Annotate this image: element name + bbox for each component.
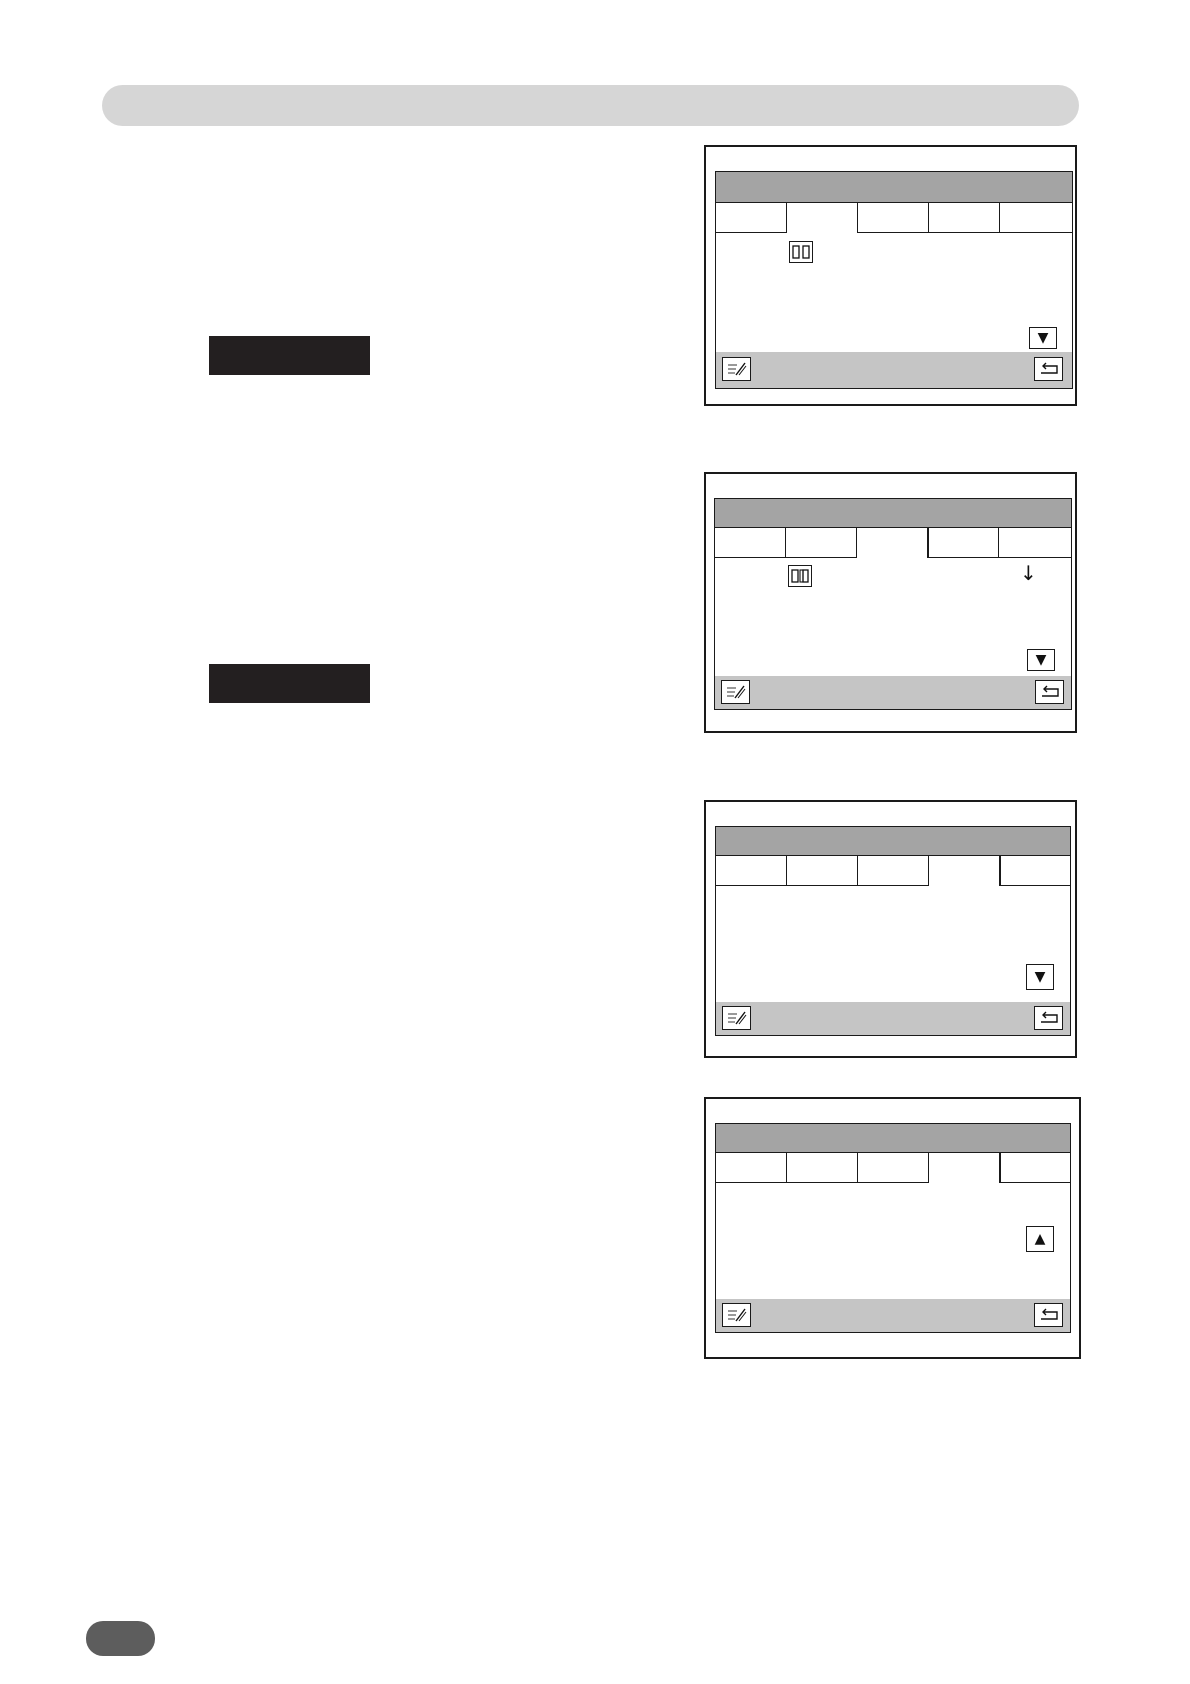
back-button[interactable]	[1034, 357, 1063, 381]
section-header-bar	[102, 85, 1079, 126]
edit-icon	[727, 1011, 746, 1025]
screen-4-tab-4[interactable]	[929, 1153, 1000, 1183]
page-number-tab	[86, 1621, 155, 1656]
screen-4-tab-5[interactable]	[1000, 1153, 1070, 1183]
screen-4-tab-2[interactable]	[787, 1153, 858, 1183]
scroll-down-button[interactable]: ▼	[1027, 649, 1055, 671]
screen-3: ▼	[704, 800, 1077, 1058]
screen-3-tab-3[interactable]	[858, 856, 929, 886]
screen-1-title-bar	[716, 172, 1072, 203]
back-icon	[1040, 362, 1058, 374]
screen-3-status-bar	[716, 1002, 1070, 1035]
edit-icon	[726, 685, 745, 699]
screen-1-tab-3[interactable]	[858, 203, 929, 233]
down-arrow-icon: ↓	[1020, 561, 1037, 585]
scroll-up-button[interactable]: ▲	[1026, 1226, 1054, 1252]
screen-2-tab-5[interactable]	[999, 528, 1071, 558]
scroll-down-button[interactable]: ▼	[1026, 964, 1054, 990]
screen-3-tab-5[interactable]	[1000, 856, 1070, 886]
back-icon	[1040, 1308, 1058, 1320]
back-icon	[1040, 1011, 1058, 1023]
screen-2-panel: ↓ ▼	[714, 498, 1072, 710]
scroll-down-icon: ▼	[1035, 652, 1047, 668]
note-label-1	[209, 336, 370, 375]
screen-1-tab-5[interactable]	[1000, 203, 1072, 233]
back-button[interactable]	[1035, 680, 1064, 704]
screen-4-status-bar	[716, 1299, 1070, 1332]
back-icon	[1041, 685, 1059, 697]
screen-3-panel: ▼	[715, 826, 1071, 1036]
screen-1-tab-4[interactable]	[929, 203, 1000, 233]
edit-button[interactable]	[721, 680, 750, 704]
back-button[interactable]	[1034, 1303, 1063, 1327]
scroll-up-icon: ▲	[1034, 1231, 1046, 1247]
screen-4-tab-1[interactable]	[716, 1153, 787, 1183]
double-page-icon	[788, 565, 812, 587]
edit-button[interactable]	[722, 357, 751, 381]
scroll-down-button[interactable]: ▼	[1029, 327, 1057, 349]
edit-button[interactable]	[722, 1303, 751, 1327]
edit-icon	[727, 1308, 746, 1322]
double-page-icon	[789, 241, 813, 263]
screen-3-tab-4[interactable]	[929, 856, 1000, 886]
edit-button[interactable]	[722, 1006, 751, 1030]
screen-2-tab-2[interactable]	[786, 528, 857, 558]
screen-2-tab-3[interactable]	[857, 528, 928, 558]
screen-1-panel: ▼	[715, 171, 1073, 389]
screen-1-tab-1[interactable]	[716, 203, 787, 233]
screen-3-title-bar	[716, 827, 1070, 856]
scroll-down-icon: ▼	[1034, 969, 1046, 985]
screen-1-tab-2[interactable]	[787, 203, 858, 233]
screen-2-tab-4[interactable]	[928, 528, 999, 558]
screen-2: ↓ ▼	[704, 472, 1077, 733]
screen-1: ▼	[704, 145, 1077, 406]
screen-1-status-bar	[716, 352, 1072, 388]
edit-icon	[727, 362, 746, 376]
note-label-2	[209, 664, 370, 703]
screen-3-tab-2[interactable]	[787, 856, 858, 886]
screen-4-tab-3[interactable]	[858, 1153, 929, 1183]
screen-2-title-bar	[715, 499, 1071, 528]
scroll-down-icon: ▼	[1037, 330, 1049, 346]
back-button[interactable]	[1034, 1006, 1063, 1030]
screen-2-status-bar	[715, 676, 1071, 709]
screen-2-tab-1[interactable]	[715, 528, 786, 558]
screen-4: ▲	[704, 1097, 1081, 1359]
screen-4-panel: ▲	[715, 1123, 1071, 1333]
screen-3-tab-1[interactable]	[716, 856, 787, 886]
screen-4-title-bar	[716, 1124, 1070, 1153]
